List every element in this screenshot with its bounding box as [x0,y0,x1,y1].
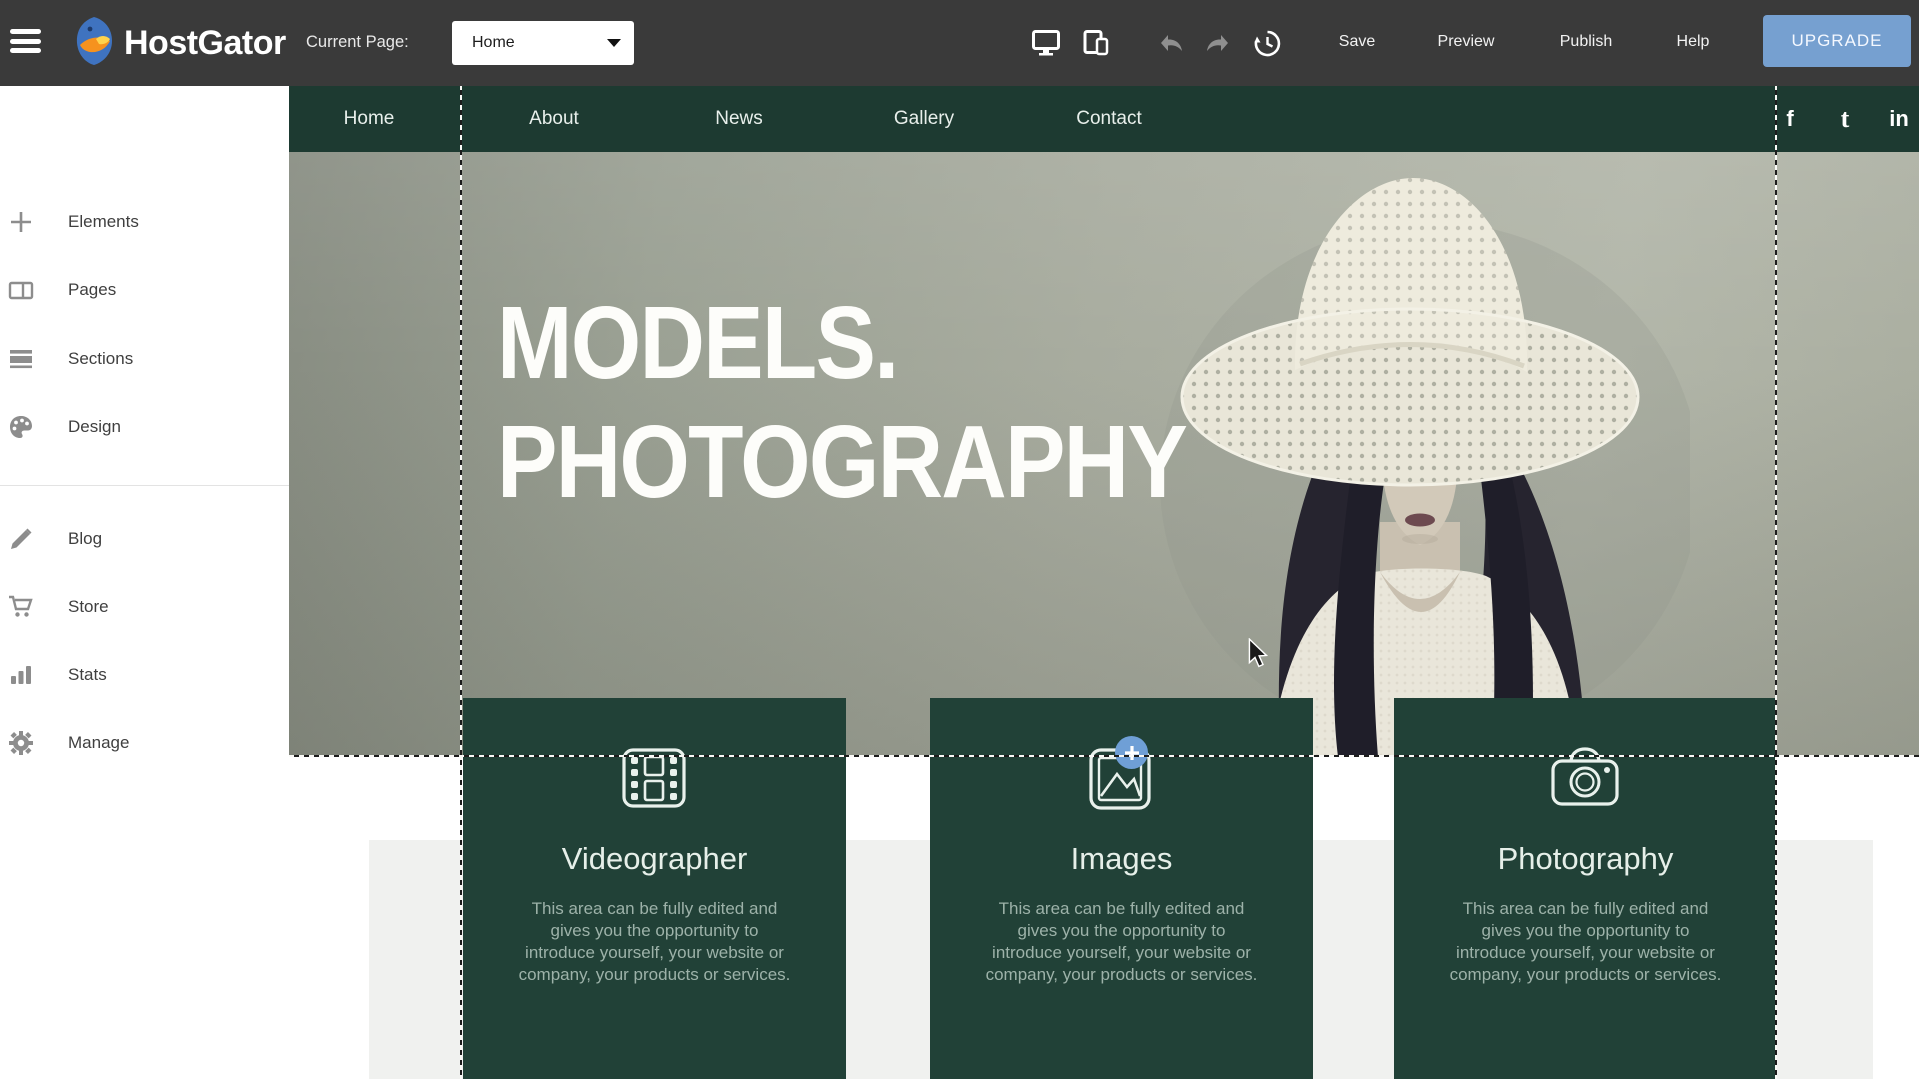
site-navbar: Home About News Gallery Contact f t in [289,85,1919,152]
hostgator-builder-screen: HostGator Current Page: Home [0,0,1919,1079]
card-title: Videographer [463,841,846,877]
blog-icon [8,526,34,552]
chevron-down-icon [607,39,621,47]
hero-title-line1: MODELS. [497,283,1186,402]
hero-title-line2: PHOTOGRAPHY [497,402,1186,521]
plus-icon [8,209,34,235]
sidebar-item-store[interactable]: Store [0,584,289,630]
page-select-value: Home [472,34,607,52]
camera-icon [1549,742,1621,814]
logo-text: HostGator [124,24,286,63]
page-select-dropdown[interactable]: Home [452,21,634,65]
store-icon [8,594,34,620]
mobile-preview-icon[interactable] [1082,30,1110,56]
sidebar-item-manage[interactable]: Manage [0,720,289,766]
mouse-cursor [1246,638,1270,673]
add-image-badge[interactable] [1115,736,1148,769]
publish-button[interactable]: Publish [1545,33,1627,51]
film-icon [618,742,690,814]
save-button[interactable]: Save [1325,33,1389,51]
selection-guide-left [460,85,462,1079]
desktop-preview-icon[interactable] [1032,30,1060,56]
pages-icon [8,277,34,303]
hero-section[interactable]: MODELS. PHOTOGRAPHY [289,152,1919,757]
design-icon [8,414,34,440]
site-nav-contact[interactable]: Contact [1076,85,1141,152]
site-nav-gallery[interactable]: Gallery [894,85,954,152]
card-title: Images [930,841,1313,877]
sidebar-divider [0,485,289,486]
sidebar-item-blog[interactable]: Blog [0,516,289,562]
site-nav-news[interactable]: News [715,85,763,152]
topbar: HostGator Current Page: Home [0,0,1919,86]
preview-button[interactable]: Preview [1425,33,1507,51]
sidebar-item-pages[interactable]: Pages [0,267,289,313]
stats-icon [8,662,34,688]
sidebar: Elements Pages Sections [0,86,289,1079]
sidebar-item-design[interactable]: Design [0,404,289,450]
card-body: This area can be fully edited and gives … [1448,898,1723,986]
help-button[interactable]: Help [1665,33,1721,51]
current-page-label: Current Page: [306,33,409,52]
card-body: This area can be fully edited and gives … [517,898,792,986]
history-icon[interactable] [1254,30,1282,56]
card-body: This area can be fully edited and gives … [984,898,1259,986]
selection-guide-bottom [289,755,1919,757]
sections-icon [8,346,34,372]
hostgator-logo[interactable]: HostGator [70,16,300,70]
upgrade-button[interactable]: UPGRADE [1763,15,1911,67]
sidebar-item-elements[interactable]: Elements [0,199,289,245]
hostgator-mascot-icon [70,15,118,72]
card-title: Photography [1394,841,1777,877]
manage-icon [8,730,34,756]
twitter-icon[interactable]: t [1841,85,1850,152]
facebook-icon[interactable]: f [1786,85,1793,152]
hero-model-photo [1130,152,1690,757]
menu-icon[interactable] [10,29,44,57]
linkedin-icon[interactable]: in [1889,85,1909,152]
selection-guide-right [1775,85,1777,1079]
hero-title: MODELS. PHOTOGRAPHY [497,283,1186,521]
sidebar-item-stats[interactable]: Stats [0,652,289,698]
sidebar-item-sections[interactable]: Sections [0,336,289,382]
site-nav-about[interactable]: About [529,85,579,152]
undo-icon[interactable] [1158,33,1186,59]
site-nav-home[interactable]: Home [344,85,395,152]
redo-icon[interactable] [1205,33,1233,59]
